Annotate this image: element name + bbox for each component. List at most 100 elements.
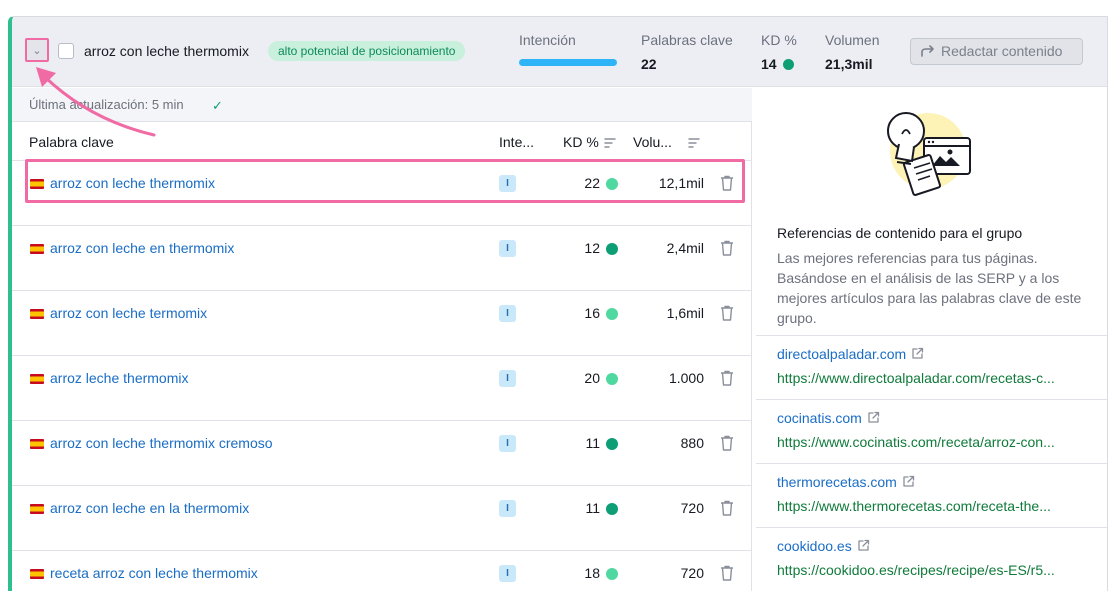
kd-dot	[606, 373, 618, 385]
share-arrow-icon	[921, 45, 934, 57]
keyword-group-card: ⌄ arroz con leche thermomix alto potenci…	[8, 16, 1108, 591]
content-references-panel: Referencias de contenido para el grupo L…	[756, 88, 1107, 591]
kd-dot	[606, 438, 618, 450]
volume-value: 21,3mil	[825, 56, 873, 72]
intent-badge: I	[499, 565, 516, 582]
kd-value: 11	[585, 435, 600, 451]
table-row[interactable]: arroz con leche en la thermomix I 11 720	[12, 486, 752, 551]
potential-badge: alto potencial de posicionamiento	[268, 41, 466, 61]
kd-dot	[606, 308, 618, 320]
kd-value: 20	[584, 370, 600, 386]
group-title: arroz con leche thermomix	[84, 43, 249, 59]
keyword-link[interactable]: arroz leche thermomix	[50, 370, 189, 386]
volume-value: 720	[680, 565, 704, 581]
intent-badge: I	[499, 240, 516, 257]
keyword-link[interactable]: receta arroz con leche thermomix	[50, 565, 258, 581]
reference-domain-link[interactable]: cookidoo.es	[777, 538, 870, 554]
spain-flag-icon	[30, 374, 44, 384]
trash-icon[interactable]	[720, 500, 734, 516]
kd-value: 22	[584, 175, 600, 191]
table-row[interactable]: arroz con leche thermomix cremoso I 11 880	[12, 421, 752, 486]
reference-domain-link[interactable]: directoalpaladar.com	[777, 346, 924, 362]
spain-flag-icon	[30, 439, 44, 449]
intent-label: Intención	[519, 32, 576, 48]
external-link-icon[interactable]	[867, 411, 880, 424]
kd-value: 18	[584, 565, 600, 581]
col-header-intent[interactable]: Inte...	[499, 134, 534, 150]
references-description: Las mejores referencias para tus páginas…	[777, 250, 1082, 326]
group-header: ⌄ arroz con leche thermomix alto potenci…	[12, 17, 1107, 87]
external-link-icon[interactable]	[911, 347, 924, 360]
kd-dot	[606, 178, 618, 190]
keywords-label: Palabras clave	[641, 32, 733, 48]
table-row[interactable]: receta arroz con leche thermomix I 18 720	[12, 551, 752, 591]
trash-icon[interactable]	[720, 305, 734, 321]
volume-value: 12,1mil	[658, 175, 704, 191]
check-icon: ✓	[212, 98, 223, 113]
trash-icon[interactable]	[720, 565, 734, 581]
sort-icon[interactable]	[604, 138, 616, 148]
keyword-link[interactable]: arroz con leche en thermomix	[50, 240, 234, 256]
trash-icon[interactable]	[720, 175, 734, 191]
keyword-link[interactable]: arroz con leche termomix	[50, 305, 207, 321]
volume-value: 720	[680, 500, 704, 516]
intent-badge: I	[499, 500, 516, 517]
draft-content-label: Redactar contenido	[941, 43, 1063, 59]
table-row[interactable]: arroz con leche termomix I 16 1,6mil	[12, 291, 752, 356]
keyword-link[interactable]: arroz con leche thermomix	[50, 175, 215, 191]
trash-icon[interactable]	[720, 240, 734, 256]
reference-domain-link[interactable]: thermorecetas.com	[777, 474, 915, 490]
spain-flag-icon	[30, 569, 44, 579]
spain-flag-icon	[30, 179, 44, 189]
kd-value: 14	[761, 56, 794, 72]
spain-flag-icon	[30, 244, 44, 254]
table-row[interactable]: arroz leche thermomix I 20 1.000	[12, 356, 752, 421]
reference-url[interactable]: https://www.thermorecetas.com/receta-the…	[777, 498, 1087, 514]
volume-value: 1.000	[668, 370, 704, 386]
volume-value: 880	[680, 435, 704, 451]
group-checkbox[interactable]	[58, 43, 74, 59]
table-row[interactable]: arroz con leche thermomix I 22 12,1mil	[12, 161, 752, 226]
draft-content-button[interactable]: Redactar contenido	[910, 38, 1083, 65]
last-updated-text: Última actualización: 5 min	[29, 97, 184, 112]
intent-badge: I	[499, 370, 516, 387]
keyword-link[interactable]: arroz con leche en la thermomix	[50, 500, 249, 516]
spain-flag-icon	[30, 309, 44, 319]
kd-dot	[782, 59, 794, 70]
reference-url[interactable]: https://www.directoalpaladar.com/recetas…	[777, 370, 1087, 386]
col-header-kd[interactable]: KD %	[563, 134, 599, 150]
trash-icon[interactable]	[720, 435, 734, 451]
collapse-toggle[interactable]: ⌄	[25, 38, 49, 62]
external-link-icon[interactable]	[902, 475, 915, 488]
reference-domain-link[interactable]: cocinatis.com	[777, 410, 880, 426]
table-row[interactable]: arroz con leche en thermomix I 12 2,4mil	[12, 226, 752, 291]
chevron-down-icon: ⌄	[32, 44, 42, 57]
kd-value: 16	[584, 305, 600, 321]
kd-dot	[606, 568, 618, 580]
reference-item: cocinatis.com https://www.cocinatis.com/r…	[756, 399, 1107, 463]
spain-flag-icon	[30, 504, 44, 514]
references-title: Referencias de contenido para el grupo	[777, 225, 1023, 241]
intent-badge: I	[499, 435, 516, 452]
reference-url[interactable]: https://www.cocinatis.com/receta/arroz-c…	[777, 434, 1087, 450]
kd-label: KD %	[761, 32, 797, 48]
lightbulb-illustration-icon	[887, 112, 971, 196]
kd-value: 12	[584, 240, 600, 256]
external-link-icon[interactable]	[857, 539, 870, 552]
trash-icon[interactable]	[720, 370, 734, 386]
reference-item: thermorecetas.com https://www.thermorecet…	[756, 463, 1107, 527]
intent-bar	[519, 59, 617, 66]
kd-dot	[606, 503, 618, 515]
reference-item: directoalpaladar.com https://www.directoa…	[756, 335, 1107, 399]
keywords-value: 22	[641, 56, 657, 72]
kd-dot	[606, 243, 618, 255]
reference-url[interactable]: https://cookidoo.es/recipes/recipe/es-ES…	[777, 562, 1087, 578]
intent-badge: I	[499, 175, 516, 192]
volume-label: Volumen	[825, 32, 880, 48]
sort-icon[interactable]	[688, 138, 700, 148]
kd-value: 11	[585, 500, 600, 516]
col-header-volume[interactable]: Volu...	[633, 134, 672, 150]
col-header-keyword[interactable]: Palabra clave	[29, 134, 114, 150]
reference-item: cookidoo.es https://cookidoo.es/recipes/r…	[756, 527, 1107, 591]
keyword-link[interactable]: arroz con leche thermomix cremoso	[50, 435, 273, 451]
